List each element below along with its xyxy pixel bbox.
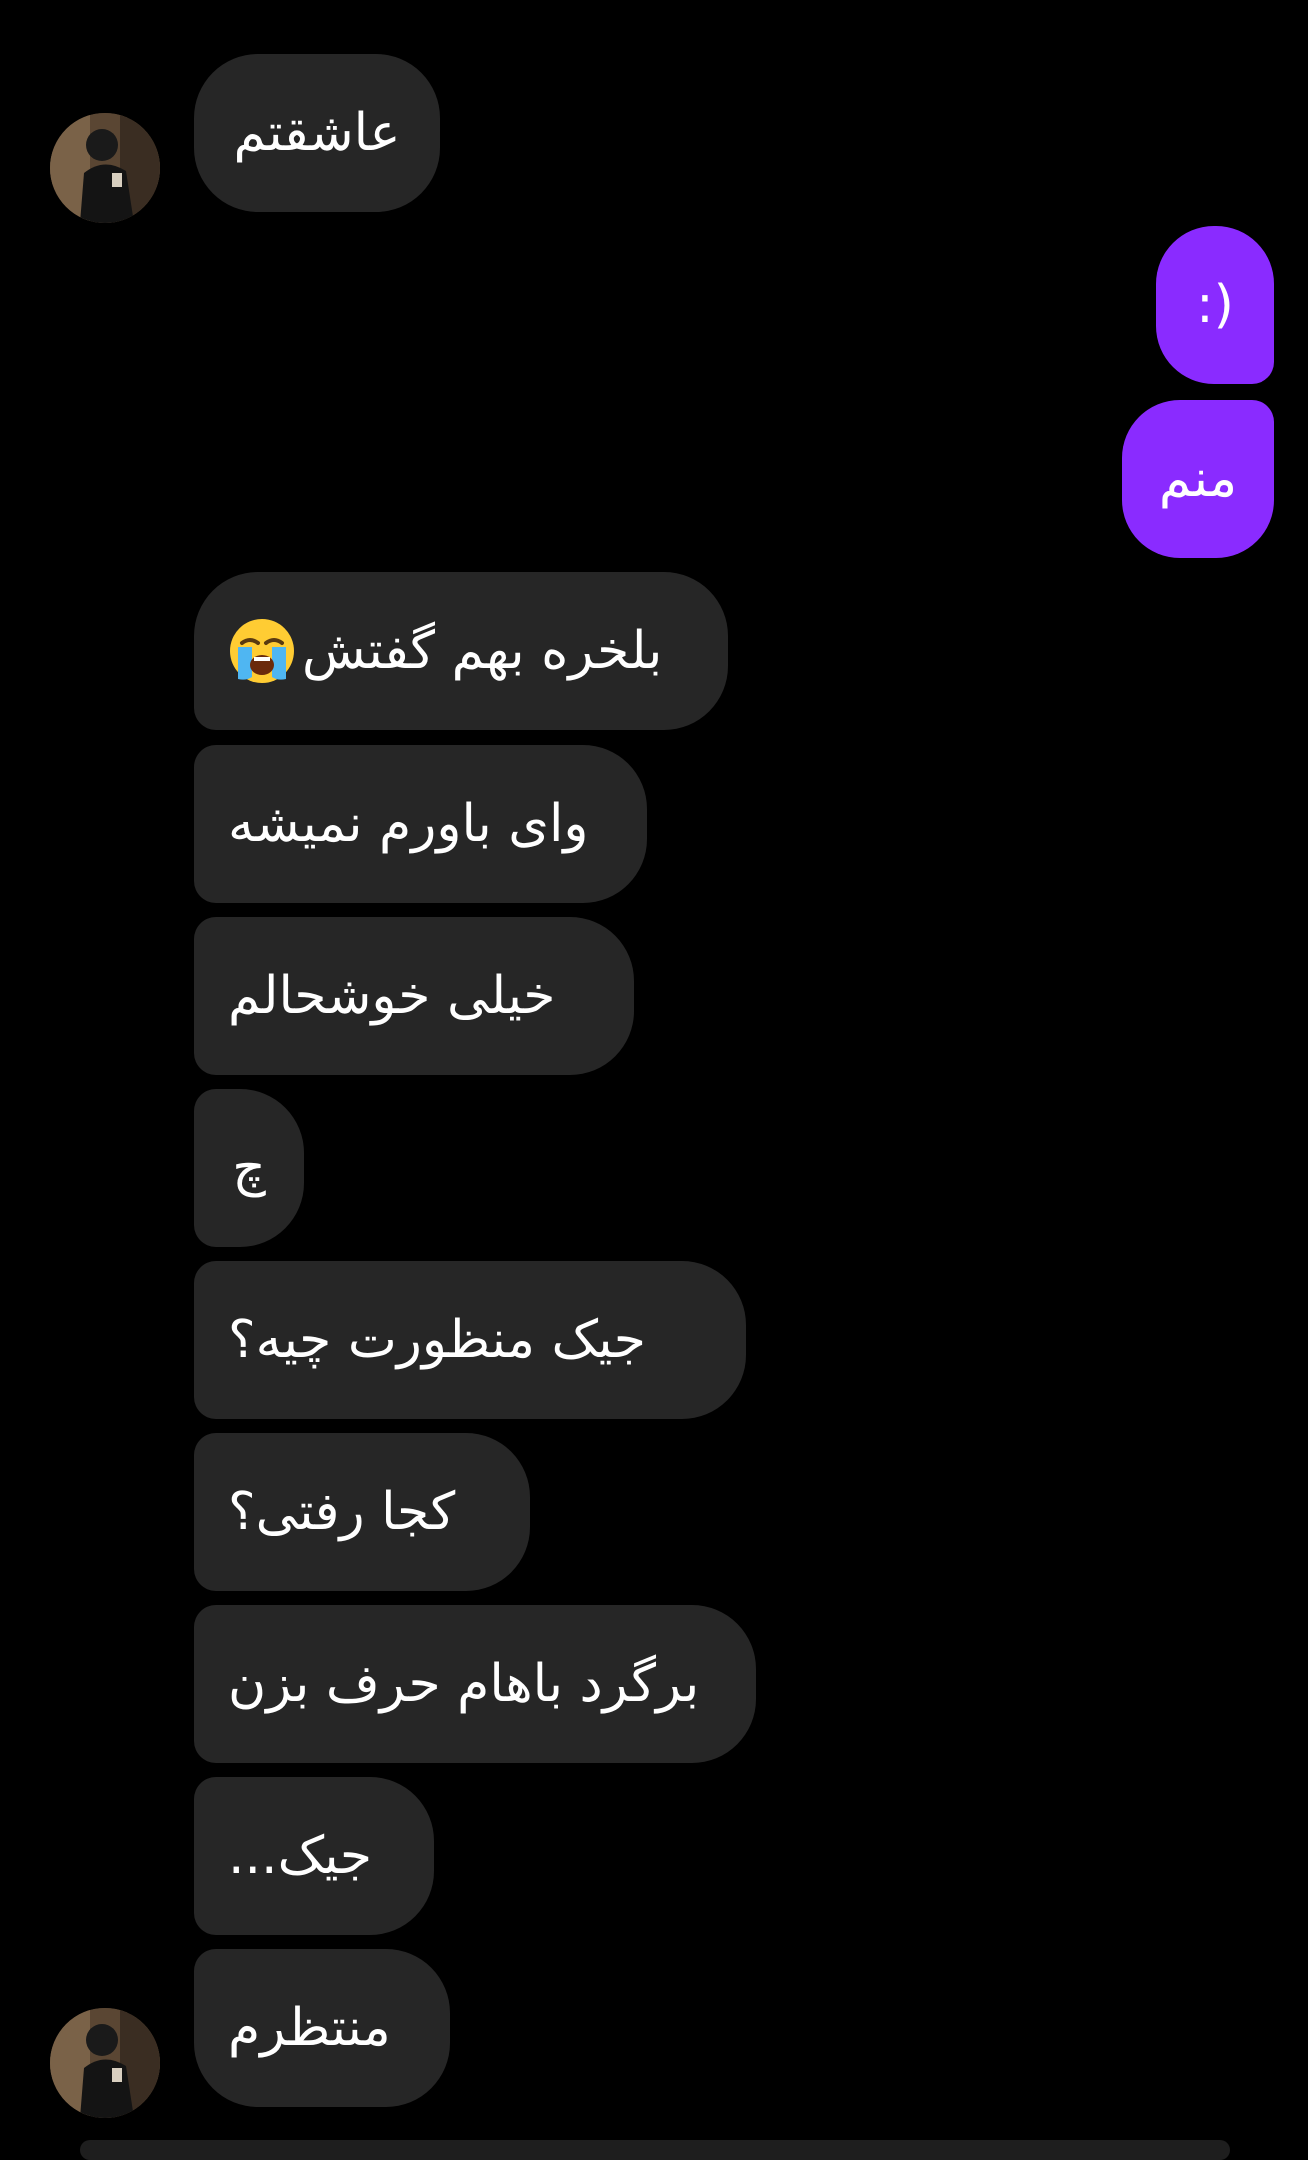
- message-text: چ: [232, 1138, 266, 1198]
- incoming-message[interactable]: بلخره بهم گفتش: [194, 572, 728, 730]
- incoming-message[interactable]: چ: [194, 1089, 304, 1247]
- incoming-message[interactable]: جیک...: [194, 1777, 434, 1935]
- incoming-message[interactable]: منتظرم: [194, 1949, 450, 2107]
- message-text: کجا رفتی؟: [228, 1482, 456, 1542]
- incoming-message[interactable]: جیک منظورت چیه؟: [194, 1261, 746, 1419]
- message-text: برگرد باهام حرف بزن: [228, 1654, 700, 1714]
- chat-thread: عاشقتم :) منم بلخره بهم گفتش وای باورم ن…: [0, 0, 1308, 2160]
- message-text: بلخره بهم گفتش: [302, 621, 663, 681]
- outgoing-message[interactable]: :): [1156, 226, 1274, 384]
- incoming-message[interactable]: برگرد باهام حرف بزن: [194, 1605, 756, 1763]
- loudly-crying-face-emoji: [228, 617, 296, 685]
- incoming-message[interactable]: وای باورم نمیشه: [194, 745, 647, 903]
- contact-avatar[interactable]: [50, 2008, 160, 2118]
- message-text: عاشقتم: [233, 103, 401, 163]
- message-text: خیلی خوشحالم: [228, 966, 556, 1026]
- contact-avatar[interactable]: [50, 113, 160, 223]
- message-text: وای باورم نمیشه: [228, 794, 589, 854]
- message-text: جیک منظورت چیه؟: [228, 1310, 646, 1370]
- incoming-message[interactable]: خیلی خوشحالم: [194, 917, 634, 1075]
- incoming-message[interactable]: عاشقتم: [194, 54, 440, 212]
- incoming-message[interactable]: کجا رفتی؟: [194, 1433, 530, 1591]
- outgoing-message[interactable]: منم: [1122, 400, 1274, 558]
- message-text: منتظرم: [228, 1998, 391, 2058]
- message-text: جیک...: [228, 1826, 372, 1886]
- message-text: :): [1196, 275, 1234, 335]
- message-composer-edge[interactable]: [80, 2140, 1230, 2160]
- message-text: منم: [1158, 449, 1238, 509]
